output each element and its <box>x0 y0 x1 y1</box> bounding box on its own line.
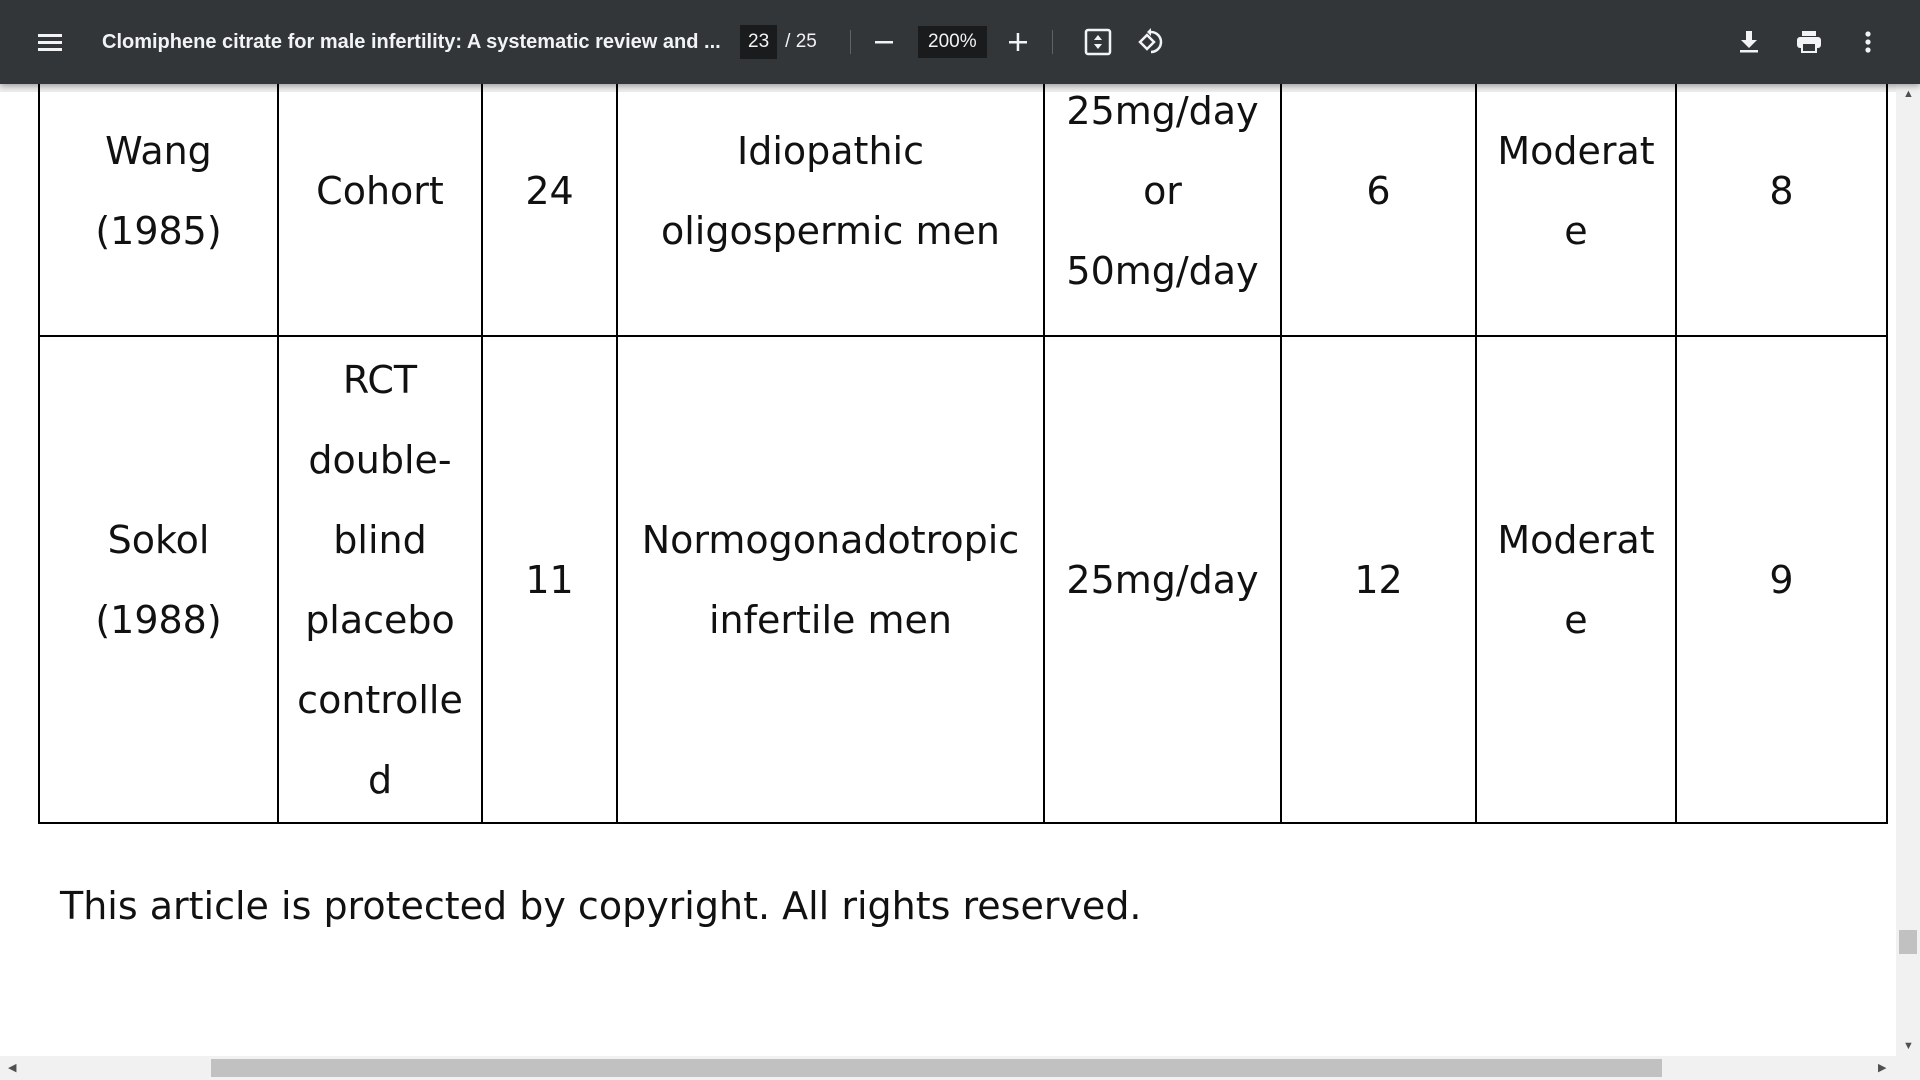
cell-text-line: (1985) <box>95 208 222 253</box>
print-icon[interactable] <box>1793 26 1825 58</box>
more-vert-icon[interactable] <box>1852 26 1884 58</box>
table-cell: 11 <box>481 335 618 824</box>
download-icon[interactable] <box>1733 26 1765 58</box>
table-cell: 24 <box>481 84 618 337</box>
zoom-in-icon[interactable] <box>1002 26 1034 58</box>
cell-text-line: 50mg/day <box>1066 248 1259 293</box>
cell-text-line: blind <box>333 517 427 562</box>
vertical-scroll-thumb[interactable] <box>1899 930 1917 954</box>
table-cell: 25mg/day or 50mg/day <box>1043 84 1282 337</box>
cell-text-line: 8 <box>1769 168 1794 213</box>
cell-text-line: 24 <box>525 168 574 213</box>
page-number-input[interactable]: 23 <box>740 25 778 59</box>
cell-text-line: 9 <box>1769 557 1794 602</box>
table-cell: Sokol (1988) <box>38 335 279 824</box>
cell-text-line: 12 <box>1354 557 1403 602</box>
cell-text-line: 11 <box>525 557 574 602</box>
menu-icon[interactable] <box>34 26 66 58</box>
cell-text-line: infertile men <box>709 597 952 642</box>
cell-text-line: (1988) <box>95 597 222 642</box>
horizontal-scrollbar[interactable]: ◀ ▶ <box>0 1056 1920 1080</box>
cell-text-line: 6 <box>1366 168 1391 213</box>
table-cell: Wang (1985) <box>38 84 279 337</box>
divider <box>850 30 851 54</box>
vertical-scrollbar[interactable]: ▲ ▼ <box>1896 84 1920 1056</box>
scroll-down-arrow-icon[interactable]: ▼ <box>1903 1040 1914 1052</box>
document-title: Clomiphene citrate for male infertility:… <box>102 30 721 53</box>
cell-text-line: Normogonadotropic <box>641 517 1020 562</box>
table-cell: RCT double-blind placebo controlle d <box>277 335 483 824</box>
cell-text-line: Cohort <box>316 168 444 213</box>
table-cell: Moderat e <box>1475 84 1677 337</box>
cell-text-line: Idiopathic <box>737 128 924 173</box>
scroll-left-arrow-icon[interactable]: ◀ <box>8 1061 16 1074</box>
cell-text-line: 25mg/day <box>1066 88 1259 133</box>
cell-text-line: or <box>1143 168 1182 213</box>
horizontal-scroll-thumb[interactable] <box>211 1059 1662 1077</box>
divider <box>1052 30 1053 54</box>
cell-text-line: Moderat <box>1497 517 1655 562</box>
table-cell: Cohort <box>277 84 483 337</box>
cell-text-line: controlle <box>297 677 463 722</box>
cell-text-line: placebo <box>305 597 455 642</box>
fit-page-icon[interactable] <box>1082 26 1114 58</box>
table-cell: 25mg/day <box>1043 335 1282 824</box>
table-cell: Moderat e <box>1475 335 1677 824</box>
cell-text-line: e <box>1564 597 1588 642</box>
scroll-right-arrow-icon[interactable]: ▶ <box>1878 1061 1886 1074</box>
cell-text-line: Wang <box>105 128 212 173</box>
zoom-out-icon[interactable] <box>868 26 900 58</box>
cell-text-line: oligospermic men <box>660 208 1000 253</box>
total-pages: / 25 <box>785 31 817 52</box>
cell-text-line: Moderat <box>1497 128 1655 173</box>
cell-text-line: 25mg/day <box>1066 557 1259 602</box>
cell-text-line: e <box>1564 208 1588 253</box>
table-cell: 8 <box>1675 84 1888 337</box>
table-cell: Idiopathic oligospermic men <box>616 84 1045 337</box>
pdf-toolbar: Clomiphene citrate for male infertility:… <box>0 0 1920 84</box>
page-indicator: 23 / 25 <box>740 0 817 84</box>
table-cell: Normogonadotropic infertile men <box>616 335 1045 824</box>
table-cell: 9 <box>1675 335 1888 824</box>
rotate-icon[interactable] <box>1136 26 1168 58</box>
cell-text-line: Sokol <box>107 517 210 562</box>
cell-text-line: double- <box>308 437 452 482</box>
scroll-up-arrow-icon[interactable]: ▲ <box>1903 88 1914 100</box>
pdf-page: Wang (1985) Cohort 24 Idiopathic oligospermic… <box>0 84 1896 1056</box>
copyright-notice: This article is protected by copyright. … <box>60 884 1142 928</box>
cell-text-line: RCT <box>342 357 418 402</box>
table-cell: 6 <box>1280 84 1477 337</box>
table-cell: 12 <box>1280 335 1477 824</box>
cell-text-line: d <box>367 757 393 802</box>
zoom-input[interactable]: 200% <box>918 26 987 58</box>
